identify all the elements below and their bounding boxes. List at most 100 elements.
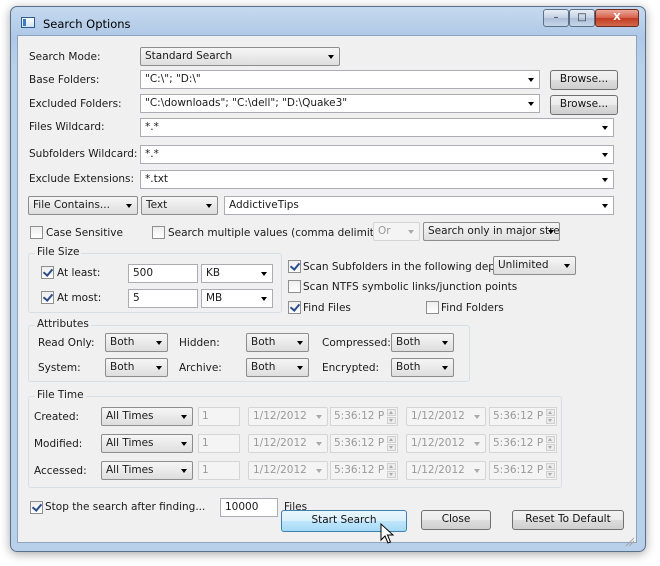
at-least-label: At least: xyxy=(57,267,101,279)
at-most-checkbox[interactable] xyxy=(41,291,54,304)
compressed-label: Compressed: xyxy=(322,337,391,349)
stop-count-input[interactable]: 10000 xyxy=(220,498,278,517)
chevron-down-icon xyxy=(528,78,534,82)
at-most-input[interactable]: 5 xyxy=(128,289,198,308)
multiple-values-checkbox[interactable] xyxy=(152,226,165,239)
accessed-date-from[interactable]: 1/12/2012 xyxy=(248,461,328,480)
logic-value: Or xyxy=(378,225,391,237)
close-window-button[interactable]: X xyxy=(595,9,639,27)
spin-down-icon[interactable] xyxy=(546,444,555,451)
modified-time-from[interactable]: 5:36:12 P xyxy=(330,434,398,453)
modified-count-input[interactable]: 1 xyxy=(198,434,240,453)
subfolders-wildcard-input[interactable]: *.* xyxy=(140,145,614,164)
files-wildcard-input[interactable]: *.* xyxy=(140,118,614,137)
spin-up-icon[interactable] xyxy=(546,436,555,443)
modified-date-from[interactable]: 1/12/2012 xyxy=(248,434,328,453)
modified-date-from-value: 1/12/2012 xyxy=(253,437,307,449)
stop-search-checkbox[interactable] xyxy=(30,501,43,514)
archive-select[interactable]: Both xyxy=(246,358,309,377)
spin-down-icon[interactable] xyxy=(546,417,555,424)
contains-mode-value: File Contains... xyxy=(33,199,110,211)
title-bar[interactable]: Search Options – □ X xyxy=(11,7,645,35)
at-most-unit-select[interactable]: MB xyxy=(201,289,273,308)
accessed-time-to[interactable]: 5:36:12 P xyxy=(489,461,557,480)
resize-grip-icon[interactable] xyxy=(624,536,634,546)
at-least-input[interactable]: 500 xyxy=(128,264,198,283)
window-title: Search Options xyxy=(43,17,131,31)
find-folders-checkbox[interactable] xyxy=(426,301,439,314)
chevron-down-icon xyxy=(442,366,448,370)
excluded-folders-label: Excluded Folders: xyxy=(29,98,122,110)
browse-excluded-button[interactable]: Browse... xyxy=(550,95,618,115)
created-time-from-value: 5:36:12 P xyxy=(334,410,385,422)
scan-subfolders-checkbox[interactable] xyxy=(288,260,301,273)
chevron-down-icon xyxy=(316,469,322,473)
subfolders-wildcard-label: Subfolders Wildcard: xyxy=(29,148,138,160)
modified-date-to[interactable]: 1/12/2012 xyxy=(406,434,486,453)
created-time-to-value: 5:36:12 P xyxy=(493,410,544,422)
read-only-select[interactable]: Both xyxy=(105,333,168,352)
minimize-button[interactable]: – xyxy=(543,9,569,27)
archive-value: Both xyxy=(251,361,276,373)
spin-up-icon[interactable] xyxy=(387,436,396,443)
chevron-down-icon xyxy=(602,126,608,130)
streams-select[interactable]: Search only in major streä xyxy=(423,222,560,241)
depth-select[interactable]: Unlimited xyxy=(493,256,576,275)
base-folders-input[interactable]: "C:\"; "D:\" xyxy=(140,70,540,89)
created-date-from[interactable]: 1/12/2012 xyxy=(248,407,328,426)
contains-type-value: Text xyxy=(146,199,168,211)
contains-type-select[interactable]: Text xyxy=(141,196,218,215)
accessed-mode-select[interactable]: All Times xyxy=(101,461,193,480)
chevron-down-icon xyxy=(474,442,480,446)
created-time-from[interactable]: 5:36:12 P xyxy=(330,407,398,426)
accessed-date-to[interactable]: 1/12/2012 xyxy=(406,461,486,480)
at-least-unit-value: KB xyxy=(206,267,221,279)
spin-down-icon[interactable] xyxy=(387,471,396,478)
spin-down-icon[interactable] xyxy=(387,417,396,424)
accessed-time-from-value: 5:36:12 P xyxy=(334,464,385,476)
logic-select[interactable]: Or xyxy=(373,222,420,241)
spin-up-icon[interactable] xyxy=(387,463,396,470)
scan-ntfs-checkbox[interactable] xyxy=(288,280,301,293)
spin-up-icon[interactable] xyxy=(387,409,396,416)
accessed-time-from[interactable]: 5:36:12 P xyxy=(330,461,398,480)
encrypted-select[interactable]: Both xyxy=(391,358,454,377)
find-files-checkbox[interactable] xyxy=(288,301,301,314)
contains-mode-select[interactable]: File Contains... xyxy=(28,196,138,215)
modified-time-to[interactable]: 5:36:12 P xyxy=(489,434,557,453)
hidden-select[interactable]: Both xyxy=(246,333,309,352)
spin-down-icon[interactable] xyxy=(546,471,555,478)
reset-default-button[interactable]: Reset To Default xyxy=(512,510,624,530)
scan-subfolders-label: Scan Subfolders in the following depth: xyxy=(303,261,510,273)
spin-down-icon[interactable] xyxy=(387,444,396,451)
created-time-to[interactable]: 5:36:12 P xyxy=(489,407,557,426)
maximize-button[interactable]: □ xyxy=(569,9,595,27)
search-mode-select[interactable]: Standard Search xyxy=(140,47,340,66)
modified-mode-select[interactable]: All Times xyxy=(101,434,193,453)
exclude-extensions-input[interactable]: *.txt xyxy=(140,170,614,189)
case-sensitive-checkbox[interactable] xyxy=(30,226,43,239)
created-count-input[interactable]: 1 xyxy=(198,407,240,426)
compressed-select[interactable]: Both xyxy=(391,333,454,352)
spin-up-icon[interactable] xyxy=(546,409,555,416)
chevron-down-icon xyxy=(548,230,554,234)
close-button[interactable]: Close xyxy=(421,510,491,530)
system-select[interactable]: Both xyxy=(105,358,168,377)
spin-up-icon[interactable] xyxy=(546,463,555,470)
at-least-checkbox[interactable] xyxy=(41,266,54,279)
browse-base-button[interactable]: Browse... xyxy=(550,70,618,90)
created-mode-select[interactable]: All Times xyxy=(101,407,193,426)
contains-text-input[interactable]: AddictiveTips xyxy=(224,196,614,215)
excluded-folders-input[interactable]: "C:\downloads"; "C:\dell"; "D:\Quake3" xyxy=(140,94,540,113)
created-date-to[interactable]: 1/12/2012 xyxy=(406,407,486,426)
at-least-unit-select[interactable]: KB xyxy=(201,264,273,283)
multiple-values-label: Search multiple values (comma delimited) xyxy=(168,227,392,239)
files-wildcard-value: *.* xyxy=(145,121,159,133)
chevron-down-icon xyxy=(156,366,162,370)
encrypted-value: Both xyxy=(396,361,421,373)
chevron-down-icon xyxy=(181,442,187,446)
chevron-down-icon xyxy=(261,297,267,301)
accessed-count-input[interactable]: 1 xyxy=(198,461,240,480)
chevron-down-icon xyxy=(602,178,608,182)
app-icon xyxy=(21,17,35,28)
